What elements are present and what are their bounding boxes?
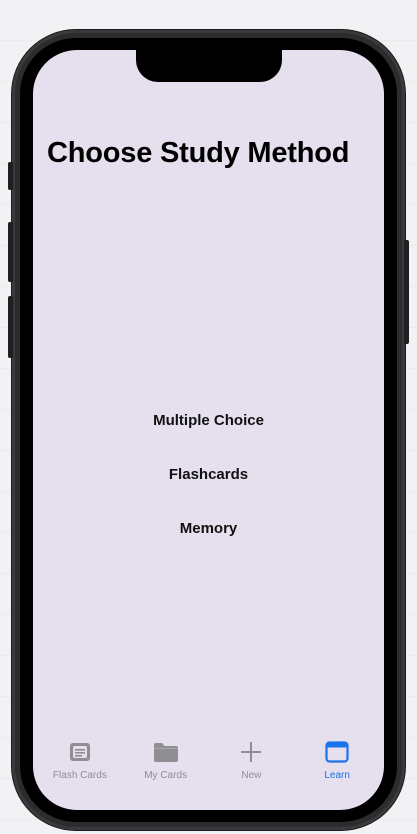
flashcards-button[interactable]: Flashcards [149, 448, 268, 502]
tab-new[interactable]: New [209, 738, 295, 798]
page-title: Choose Study Method [47, 137, 350, 169]
tab-bar: Flash Cards My Cards New Learn [33, 738, 384, 798]
multiple-choice-button[interactable]: Multiple Choice [133, 394, 284, 448]
tab-label: Flash Cards [52, 770, 107, 781]
window-icon [323, 738, 351, 766]
power-button [404, 240, 409, 344]
plus-icon [237, 738, 265, 766]
tab-learn[interactable]: Learn [294, 738, 380, 798]
silent-switch [8, 162, 13, 190]
notch [136, 50, 282, 82]
tab-my-cards[interactable]: My Cards [123, 738, 209, 798]
volume-up-button [8, 222, 13, 282]
device-frame: Choose Study Method Multiple Choice Flas… [8, 30, 409, 830]
tab-label: Learn [324, 770, 350, 781]
memory-button[interactable]: Memory [160, 502, 258, 556]
tab-label: New [241, 770, 262, 781]
app-screen: Choose Study Method Multiple Choice Flas… [33, 50, 384, 810]
volume-down-button [8, 296, 13, 358]
tab-flash-cards[interactable]: Flash Cards [37, 738, 123, 798]
flashcard-icon [66, 738, 94, 766]
folder-icon [152, 738, 180, 766]
tab-label: My Cards [144, 770, 188, 781]
study-method-list: Multiple Choice Flashcards Memory [33, 394, 384, 556]
